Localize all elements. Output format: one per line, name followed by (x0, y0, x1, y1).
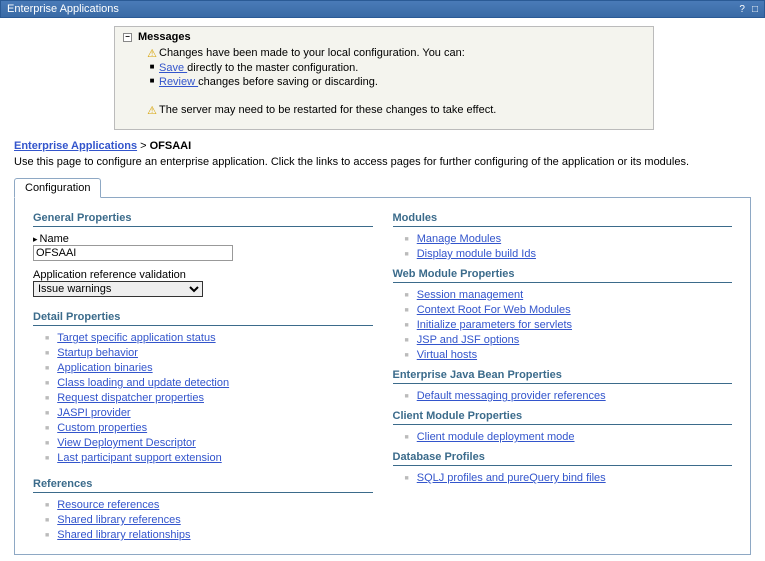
list-item: Display module build Ids (405, 248, 733, 260)
list-item: Default messaging provider references (405, 390, 733, 402)
message-item: ■Review changes before saving or discard… (145, 76, 645, 88)
list-item: Last participant support extension (45, 452, 373, 464)
breadcrumb-link[interactable]: Enterprise Applications (14, 140, 137, 152)
section-client-module-properties: Client Module Properties (393, 410, 733, 425)
list-item: JASPI provider (45, 407, 373, 419)
list-item: Shared library relationships (45, 529, 373, 541)
list-item: Startup behavior (45, 347, 373, 359)
message-item (145, 90, 645, 102)
property-link[interactable]: Application binaries (57, 362, 152, 374)
tabstrip: Configuration (14, 176, 751, 198)
section-web-module-properties: Web Module Properties (393, 268, 733, 283)
list-item: Resource references (45, 499, 373, 511)
help-icon[interactable]: ? (739, 4, 745, 15)
collapse-icon[interactable]: □ (752, 4, 758, 15)
list-item: View Deployment Descriptor (45, 437, 373, 449)
window-titlebar: Enterprise Applications ? □ (0, 0, 765, 18)
section-general-properties: General Properties (33, 212, 373, 227)
bullet-icon: ■ (145, 62, 159, 71)
property-link[interactable]: Startup behavior (57, 347, 138, 359)
property-link[interactable]: Client module deployment mode (417, 431, 575, 443)
warning-icon: ⚠ (145, 47, 159, 60)
list-item: JSP and JSF options (405, 334, 733, 346)
property-link[interactable]: Target specific application status (57, 332, 215, 344)
list-item: Application binaries (45, 362, 373, 374)
tab-body: General Properties ▸Name Application ref… (14, 198, 751, 555)
list-item: Session management (405, 289, 733, 301)
list-item: Request dispatcher properties (45, 392, 373, 404)
list-item: Shared library references (45, 514, 373, 526)
property-link[interactable]: Last participant support extension (57, 452, 222, 464)
name-label: Name (40, 233, 69, 245)
section-references: References (33, 478, 373, 493)
property-link[interactable]: Session management (417, 289, 523, 301)
breadcrumb-current: OFSAAI (150, 140, 192, 152)
property-link[interactable]: Context Root For Web Modules (417, 304, 571, 316)
property-link[interactable]: Virtual hosts (417, 349, 477, 361)
section-detail-properties: Detail Properties (33, 311, 373, 326)
property-link[interactable]: SQLJ profiles and pureQuery bind files (417, 472, 606, 484)
section-modules: Modules (393, 212, 733, 227)
property-link[interactable]: Request dispatcher properties (57, 392, 204, 404)
property-link[interactable]: Class loading and update detection (57, 377, 229, 389)
message-item: ⚠Changes have been made to your local co… (145, 47, 645, 60)
property-link[interactable]: JSP and JSF options (417, 334, 520, 346)
list-item: Class loading and update detection (45, 377, 373, 389)
messages-panel: − Messages ⚠Changes have been made to yo… (114, 26, 654, 130)
messages-toggle-icon[interactable]: − (123, 33, 132, 42)
tab-configuration[interactable]: Configuration (14, 178, 101, 198)
section-ejb-properties: Enterprise Java Bean Properties (393, 369, 733, 384)
property-link[interactable]: Shared library relationships (57, 529, 190, 541)
validation-label: Application reference validation (33, 269, 373, 281)
property-link[interactable]: JASPI provider (57, 407, 130, 419)
list-item: Initialize parameters for servlets (405, 319, 733, 331)
property-link[interactable]: Initialize parameters for servlets (417, 319, 572, 331)
message-item: ■Save directly to the master configurati… (145, 62, 645, 74)
page-description: Use this page to configure an enterprise… (14, 156, 751, 168)
list-item: Custom properties (45, 422, 373, 434)
list-item: Virtual hosts (405, 349, 733, 361)
list-item: Target specific application status (45, 332, 373, 344)
section-database-profiles: Database Profiles (393, 451, 733, 466)
messages-heading: Messages (138, 31, 191, 43)
validation-select[interactable]: Issue warnings (33, 281, 203, 297)
bullet-icon: ■ (145, 76, 159, 85)
message-item: ⚠The server may need to be restarted for… (145, 104, 645, 117)
property-link[interactable]: View Deployment Descriptor (57, 437, 196, 449)
property-link[interactable]: Display module build Ids (417, 248, 536, 260)
list-item: Context Root For Web Modules (405, 304, 733, 316)
property-link[interactable]: Manage Modules (417, 233, 501, 245)
name-input[interactable] (33, 245, 233, 261)
property-link[interactable]: Shared library references (57, 514, 181, 526)
breadcrumb: Enterprise Applications > OFSAAI (14, 140, 751, 152)
property-link[interactable]: Custom properties (57, 422, 147, 434)
warning-icon: ⚠ (145, 104, 159, 117)
list-item: Client module deployment mode (405, 431, 733, 443)
window-title: Enterprise Applications (7, 3, 119, 15)
property-link[interactable]: Default messaging provider references (417, 390, 606, 402)
list-item: Manage Modules (405, 233, 733, 245)
list-item: SQLJ profiles and pureQuery bind files (405, 472, 733, 484)
property-link[interactable]: Resource references (57, 499, 159, 511)
